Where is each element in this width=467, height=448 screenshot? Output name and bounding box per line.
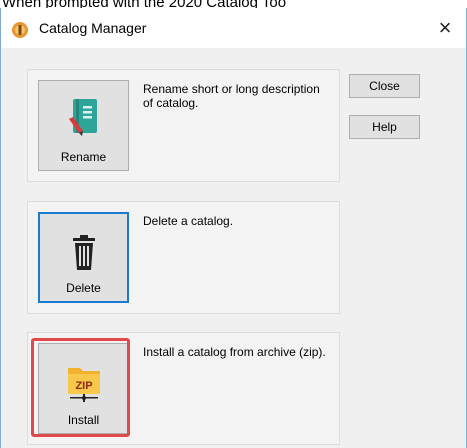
rename-section: Rename Rename short or long description …: [27, 69, 340, 182]
rename-button[interactable]: Rename: [38, 80, 129, 171]
close-button[interactable]: Close: [349, 74, 420, 98]
trash-icon: [72, 235, 95, 270]
window-title: Catalog Manager: [39, 20, 147, 36]
window-close-icon[interactable]: ×: [434, 14, 456, 42]
delete-description: Delete a catalog.: [143, 214, 234, 228]
rename-button-label: Rename: [60, 150, 107, 164]
install-highlight-box: [31, 338, 130, 437]
help-button[interactable]: Help: [349, 115, 420, 139]
rename-description: Rename short or long description of cata…: [143, 82, 320, 110]
delete-section: Delete Delete a catalog.: [27, 201, 340, 314]
delete-button-label: Delete: [66, 281, 101, 295]
rename-book-icon: [68, 99, 97, 136]
title-bar: Catalog Manager ×: [1, 8, 466, 48]
catalog-manager-window: Catalog Manager × Rename Rename short or…: [0, 8, 467, 448]
app-icon: [12, 22, 28, 38]
install-description: Install a catalog from archive (zip).: [143, 345, 326, 359]
delete-button[interactable]: Delete: [38, 212, 129, 303]
